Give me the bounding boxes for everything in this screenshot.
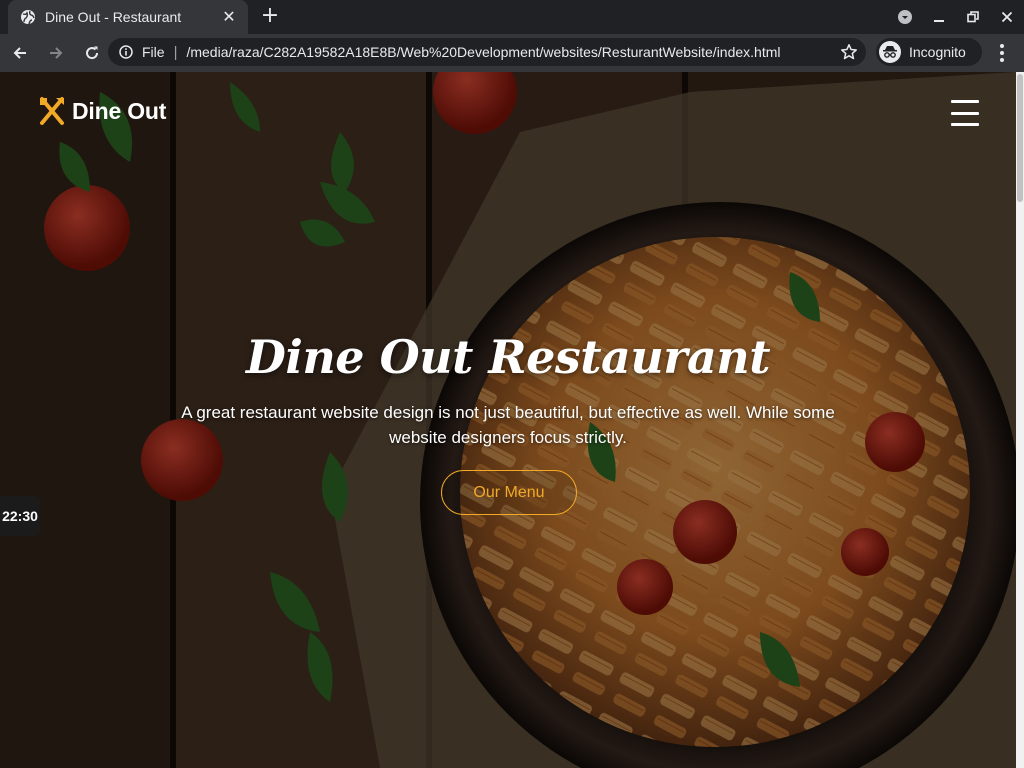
close-icon[interactable]: ✕	[220, 8, 238, 26]
restore-icon[interactable]	[956, 0, 990, 34]
plus-icon[interactable]: +	[259, 5, 281, 28]
fork-spoon-icon	[38, 96, 66, 126]
globe-icon	[20, 9, 36, 25]
reload-icon[interactable]	[76, 37, 108, 69]
url-separator: |	[173, 43, 178, 61]
logo-text: Dine Out	[72, 97, 167, 124]
browser-tab[interactable]: Dine Out - Restaurant ✕	[8, 0, 248, 34]
tab-title: Dine Out - Restaurant	[45, 9, 182, 25]
scrollbar-thumb[interactable]	[1017, 74, 1023, 202]
arrow-right-icon[interactable]	[40, 37, 72, 69]
incognito-icon	[879, 41, 901, 63]
kebab-menu-icon[interactable]	[992, 41, 1012, 65]
site-logo[interactable]: Dine Out	[38, 96, 166, 126]
url-text[interactable]: /media/raza/C282A19582A18E8B/Web%20Devel…	[186, 44, 826, 60]
page-viewport: Dine Out Dine Out Restaurant A great res…	[0, 72, 1024, 768]
star-icon[interactable]	[840, 43, 858, 61]
page-scrollbar[interactable]	[1016, 72, 1024, 768]
arrow-left-icon[interactable]	[4, 37, 36, 69]
incognito-label: Incognito	[909, 44, 966, 60]
url-scheme-label: File	[142, 44, 165, 60]
hero-title: Dine Out Restaurant	[246, 330, 771, 384]
incognito-profile-button[interactable]: Incognito	[876, 38, 982, 66]
info-icon[interactable]	[118, 44, 134, 60]
clock-widget: 22:30	[0, 496, 40, 536]
dropdown-icon[interactable]	[888, 0, 922, 34]
address-bar[interactable]: File | /media/raza/C282A19582A18E8B/Web%…	[108, 38, 866, 66]
our-menu-button[interactable]: Our Menu	[441, 470, 577, 515]
hero-subtitle: A great restaurant website design is not…	[181, 403, 835, 447]
browser-toolbar: File | /media/raza/C282A19582A18E8B/Web%…	[0, 34, 1024, 72]
window-close-icon[interactable]	[990, 0, 1024, 34]
minimize-icon[interactable]	[922, 0, 956, 34]
hamburger-icon[interactable]	[951, 100, 979, 126]
window-controls	[888, 0, 1024, 34]
tab-strip: Dine Out - Restaurant ✕ +	[0, 0, 1024, 34]
